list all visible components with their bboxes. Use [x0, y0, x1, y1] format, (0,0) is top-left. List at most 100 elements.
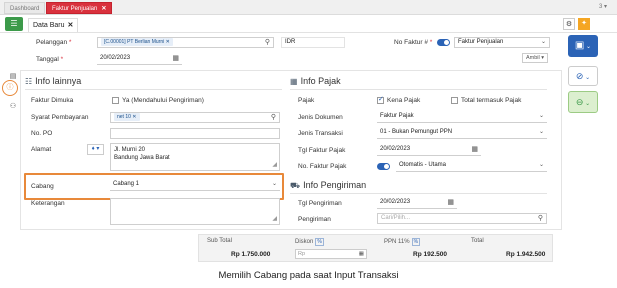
no-faktur-value: Faktur Penjualan	[458, 39, 504, 45]
chevron-down-icon: ⌄	[583, 75, 591, 81]
pengiriman-label: Pengiriman	[298, 216, 331, 223]
calendar-icon[interactable]: ▦	[172, 54, 179, 63]
info-lainnya-title: ☷ Info lainnya	[25, 76, 82, 86]
pelanggan-field[interactable]: [C.00001] PT Berlian Murni ✕ ⚲	[97, 37, 274, 48]
no-faktur-pajak-value: Otomatis - Utama	[399, 162, 447, 168]
diskon-field[interactable]: Rp ▦	[295, 249, 367, 259]
ppn-value: Rp 192.500	[413, 251, 447, 258]
map-pin-icon: ♦	[91, 146, 95, 152]
no-faktur-pajak-select[interactable]: Otomatis - Utama ⌄	[396, 161, 547, 172]
no-faktur-pajak-toggle[interactable]	[377, 163, 390, 170]
alamat-textarea[interactable]: Jl. Murni 20 Bandung Jawa Barat ◢	[110, 143, 280, 171]
total-value: Rp 1.942.500	[506, 251, 546, 258]
info-list-icon: ☷	[25, 77, 33, 86]
search-icon[interactable]: ⚲	[271, 113, 276, 122]
syarat-chip: net 10 ✕	[114, 113, 140, 121]
settings-button[interactable]: ⚙	[563, 18, 575, 30]
chevron-down-icon: ⌄	[584, 44, 592, 50]
tab-count[interactable]: 3 ▾	[599, 3, 607, 10]
tanggal-value: 20/02/2023	[100, 55, 131, 61]
cabang-value: Cabang 1	[113, 181, 140, 187]
calendar-icon[interactable]: ▦	[447, 198, 454, 207]
truck-icon: ⛟	[290, 181, 301, 190]
ppn-percent-toggle[interactable]: %	[411, 238, 421, 246]
save-button[interactable]: ▣ ⌄	[568, 35, 598, 57]
tab-dashboard-label: Dashboard	[10, 6, 40, 12]
no-po-field[interactable]	[110, 128, 280, 139]
faktur-dimuka-option: Ya (Mendahului Pengiriman)	[122, 97, 204, 104]
diskon-label: Diskon%	[295, 238, 324, 246]
close-icon[interactable]: ✕	[68, 22, 74, 29]
cabang-label: Cabang	[31, 183, 54, 190]
list-icon: ☰	[10, 19, 18, 28]
tab-count-label: 3	[598, 4, 603, 10]
tanggal-field[interactable]: 20/02/2023 ▦	[97, 54, 182, 65]
calendar-icon[interactable]: ▦	[471, 145, 478, 154]
doc-tab-label: Data Baru	[33, 22, 65, 29]
total-termasuk-pajak-label: Total termasuk Pajak	[461, 97, 522, 104]
tgl-pengiriman-field[interactable]: 20/02/2023 ▦	[377, 198, 457, 209]
faktur-dimuka-label: Faktur Dimuka	[31, 97, 74, 104]
info-pajak-divider	[290, 89, 547, 90]
list-menu-button[interactable]: ☰	[5, 17, 23, 31]
keterangan-textarea[interactable]: ◢	[110, 198, 280, 225]
diskon-placeholder: Rp	[298, 251, 306, 257]
tab-faktur-penjualan-label: Faktur Penjualan	[52, 6, 98, 12]
tips-button[interactable]: ✦	[578, 18, 590, 30]
diskon-percent-toggle[interactable]: %	[315, 238, 324, 246]
no-faktur-pajak-label: No. Faktur Pajak	[298, 163, 347, 170]
no-faktur-toggle[interactable]	[437, 39, 450, 46]
jenis-transaksi-label: Jenis Transaksi	[298, 130, 343, 137]
alamat-line-2: Bandung Jawa Barat	[114, 155, 170, 161]
users-icon[interactable]: ⚇	[8, 102, 18, 112]
no-faktur-label: No Faktur # *	[394, 39, 433, 46]
kena-pajak-label: Kena Pajak	[387, 97, 421, 104]
ambil-button[interactable]: Ambil ▾	[522, 53, 549, 63]
top-tab-bar: Dashboard Faktur Penjualan ✕ 3 ▾	[0, 0, 617, 15]
jenis-transaksi-value: 01 - Bukan Pemungut PPN	[380, 129, 453, 135]
jenis-transaksi-select[interactable]: 01 - Bukan Pemungut PPN ⌄	[377, 128, 547, 139]
syarat-value: net 10	[117, 114, 131, 120]
total-termasuk-pajak-checkbox[interactable]	[451, 97, 458, 104]
calculator-icon[interactable]: ▦	[359, 250, 364, 258]
tanggal-label: Tanggal *	[36, 56, 64, 63]
no-faktur-select[interactable]: Faktur Penjualan ⌄	[454, 37, 550, 48]
keterangan-label: Keterangan	[31, 200, 65, 207]
resize-handle-icon[interactable]: ◢	[272, 161, 277, 169]
tgl-faktur-pajak-field[interactable]: 20/02/2023 ▦	[377, 145, 481, 156]
pengiriman-field[interactable]: Cari/Pilih... ⚲	[377, 213, 547, 224]
info-pajak-title: ▦ Info Pajak	[290, 76, 341, 86]
alamat-line-1: Jl. Murni 20	[114, 147, 146, 153]
syarat-pembayaran-field[interactable]: net 10 ✕ ⚲	[110, 112, 280, 123]
jenis-dokumen-select[interactable]: Faktur Pajak ⌄	[377, 112, 547, 123]
info-lainnya-divider	[25, 89, 282, 90]
currency-value: IDR	[285, 39, 296, 45]
chevron-down-icon: ⌄	[538, 113, 544, 119]
document-toolbar: ☰ Data Baru ✕ ⚙ ✦	[0, 15, 617, 33]
jenis-dokumen-label: Jenis Dokumen	[298, 114, 343, 121]
figure-caption: Memilih Cabang pada saat Input Transaksi	[218, 270, 399, 281]
pengiriman-placeholder: Cari/Pilih...	[381, 215, 411, 221]
close-icon[interactable]: ✕	[101, 6, 106, 12]
attachment-button[interactable]: ⊘ ⌄	[568, 66, 598, 86]
remove-icon[interactable]: ✕	[166, 39, 170, 45]
cabang-select[interactable]: Cabang 1 ⌄	[110, 180, 280, 191]
info-icon[interactable]: ⓘ	[2, 80, 18, 96]
ppn-label: PPN 11%%	[384, 238, 421, 246]
info-pengiriman-divider	[290, 193, 547, 194]
lightbulb-icon: ✦	[581, 20, 587, 27]
resize-handle-icon[interactable]: ◢	[272, 215, 277, 223]
kena-pajak-checkbox[interactable]	[377, 95, 384, 104]
more-actions-button[interactable]: ⊖ ⌄	[568, 91, 598, 113]
alamat-label: Alamat	[31, 146, 52, 153]
tab-faktur-penjualan[interactable]: Faktur Penjualan ✕	[46, 2, 113, 14]
doc-tab-data-baru[interactable]: Data Baru ✕	[28, 18, 79, 32]
total-label: Total	[471, 238, 484, 244]
currency-field: IDR	[281, 37, 345, 48]
search-icon[interactable]: ⚲	[538, 214, 543, 223]
search-icon[interactable]: ⚲	[265, 38, 270, 47]
faktur-dimuka-checkbox[interactable]	[112, 97, 119, 104]
remove-icon[interactable]: ✕	[132, 114, 136, 120]
tab-dashboard[interactable]: Dashboard	[4, 2, 46, 14]
address-pin-button[interactable]: ♦ ▾	[87, 144, 104, 155]
